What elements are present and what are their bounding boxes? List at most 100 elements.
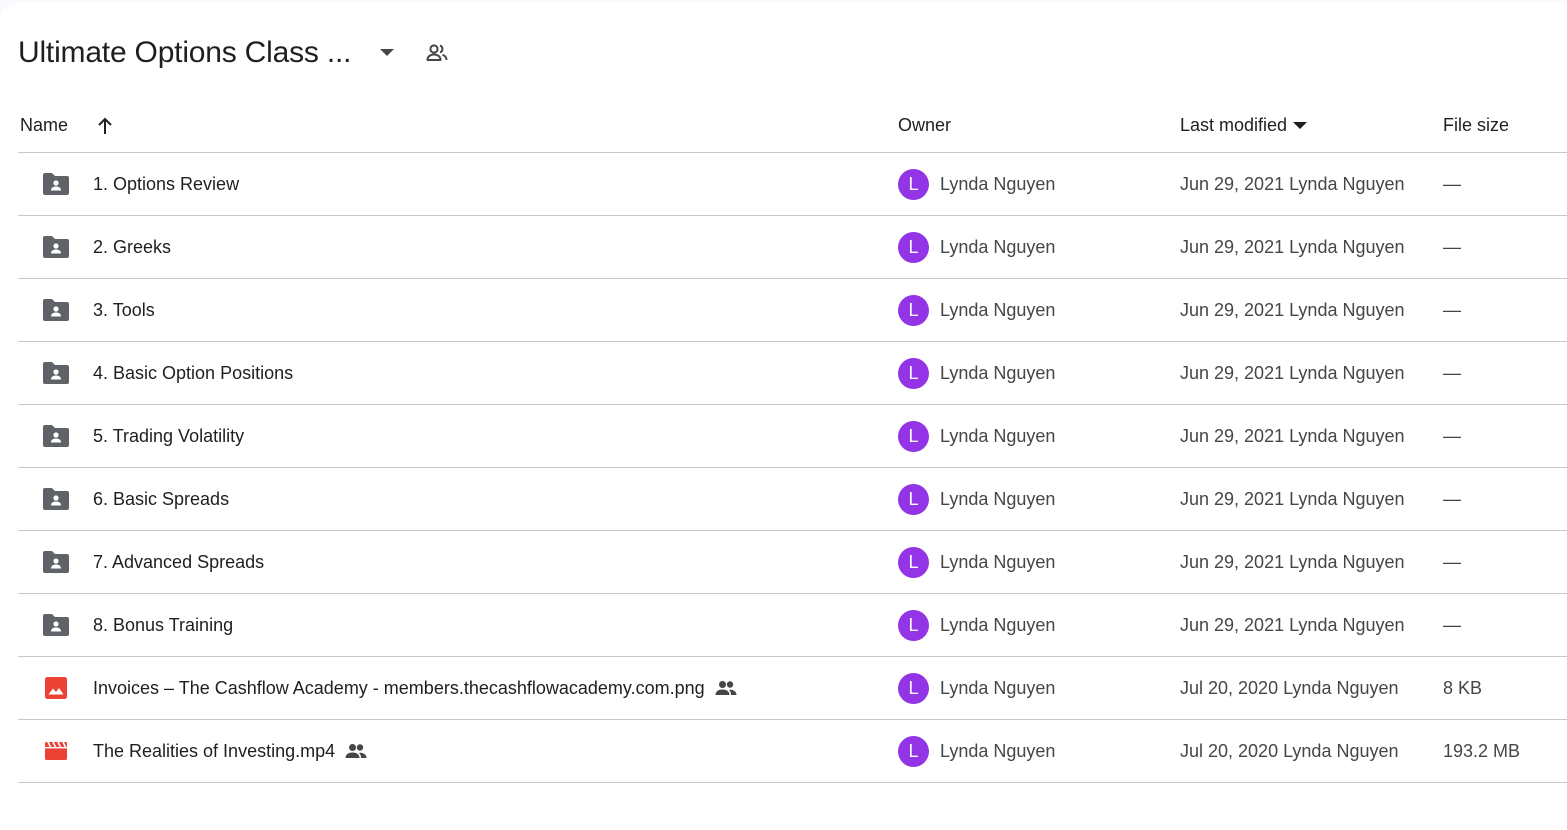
- last-modified-cell: Jul 20, 2020 Lynda Nguyen: [1180, 740, 1399, 761]
- owner-name: Lynda Nguyen: [940, 299, 1056, 320]
- owner-name: Lynda Nguyen: [940, 362, 1056, 383]
- file-row-6[interactable]: 6. Basic Spreads L Lynda Nguyen Jun 29, …: [18, 468, 1567, 531]
- file-row-5[interactable]: 5. Trading Volatility L Lynda Nguyen Jun…: [18, 405, 1567, 468]
- column-header-name[interactable]: Name: [20, 99, 114, 153]
- file-size-cell: 193.2 MB: [1443, 740, 1521, 761]
- shared-folder-icon: [42, 172, 70, 196]
- folder-menu-button[interactable]: [369, 35, 405, 71]
- last-modified-cell: Jun 29, 2021 Lynda Nguyen: [1180, 614, 1405, 635]
- file-size-cell: —: [1443, 299, 1461, 320]
- file-size-cell: —: [1443, 173, 1461, 194]
- image-file-icon: [42, 676, 70, 700]
- last-modified-cell: Jun 29, 2021 Lynda Nguyen: [1180, 236, 1405, 257]
- caret-down-icon: [380, 49, 395, 56]
- file-row-2[interactable]: 2. Greeks L Lynda Nguyen Jun 29, 2021 Ly…: [18, 216, 1567, 279]
- owner-avatar[interactable]: L: [898, 609, 929, 641]
- file-row-7[interactable]: 7. Advanced Spreads L Lynda Nguyen Jun 2…: [18, 531, 1567, 594]
- owner-name: Lynda Nguyen: [940, 425, 1056, 446]
- file-list-header: Name Owner Last modified File size: [18, 99, 1567, 153]
- owner-cell: L Lynda Nguyen: [898, 609, 1056, 641]
- file-row-3[interactable]: 3. Tools L Lynda Nguyen Jun 29, 2021 Lyn…: [18, 279, 1567, 342]
- file-size-cell: —: [1443, 614, 1461, 635]
- shared-people-icon: [345, 743, 367, 759]
- file-name-label: 8. Bonus Training: [93, 614, 234, 635]
- column-name-label: Name: [20, 115, 69, 135]
- last-modified-cell: Jun 29, 2021 Lynda Nguyen: [1180, 488, 1405, 509]
- owner-avatar[interactable]: L: [898, 672, 929, 704]
- file-name-label: 1. Options Review: [93, 173, 240, 194]
- shared-folder-icon: [42, 298, 70, 322]
- last-modified-cell: Jul 20, 2020 Lynda Nguyen: [1180, 677, 1399, 698]
- file-row-8[interactable]: 8. Bonus Training L Lynda Nguyen Jun 29,…: [18, 594, 1567, 657]
- owner-name: Lynda Nguyen: [940, 488, 1056, 509]
- column-header-owner[interactable]: Owner: [898, 99, 951, 153]
- shared-folder-icon: [42, 424, 70, 448]
- file-size-cell: —: [1443, 425, 1461, 446]
- owner-name: Lynda Nguyen: [940, 173, 1056, 194]
- file-name-label: 6. Basic Spreads: [93, 488, 230, 509]
- owner-name: Lynda Nguyen: [940, 614, 1056, 635]
- folder-header: Ultimate Options Class ...: [18, 29, 455, 77]
- file-name-label: The Realities of Investing.mp4: [93, 740, 336, 761]
- shared-folder-icon: [42, 487, 70, 511]
- manage-sharing-button[interactable]: [419, 35, 455, 71]
- owner-cell: L Lynda Nguyen: [898, 483, 1056, 515]
- caret-down-icon: [1293, 121, 1308, 130]
- sort-ascending-icon[interactable]: [96, 117, 114, 135]
- file-name-label: 5. Trading Volatility: [93, 425, 245, 446]
- folder-title[interactable]: Ultimate Options Class ...: [18, 36, 351, 70]
- owner-cell: L Lynda Nguyen: [898, 294, 1056, 326]
- file-size-cell: 8 KB: [1443, 677, 1483, 698]
- file-row-4[interactable]: 4. Basic Option Positions L Lynda Nguyen…: [18, 342, 1567, 405]
- shared-people-icon: [715, 680, 737, 696]
- owner-name: Lynda Nguyen: [940, 236, 1056, 257]
- owner-cell: L Lynda Nguyen: [898, 672, 1056, 704]
- owner-cell: L Lynda Nguyen: [898, 735, 1056, 767]
- owner-name: Lynda Nguyen: [940, 551, 1056, 572]
- file-browser-panel: Ultimate Options Class ... Name Owner La…: [0, 3, 1567, 830]
- owner-avatar[interactable]: L: [898, 735, 929, 767]
- owner-cell: L Lynda Nguyen: [898, 231, 1056, 263]
- shared-folder-icon: [42, 235, 70, 259]
- owner-cell: L Lynda Nguyen: [898, 546, 1056, 578]
- shared-folder-icon: [42, 613, 70, 637]
- owner-name: Lynda Nguyen: [940, 740, 1056, 761]
- shared-folder-icon: [42, 361, 70, 385]
- last-modified-cell: Jun 29, 2021 Lynda Nguyen: [1180, 362, 1405, 383]
- column-header-last-modified[interactable]: Last modified: [1180, 99, 1308, 153]
- column-file-size-label: File size: [1443, 115, 1510, 135]
- people-icon: [426, 44, 448, 61]
- owner-avatar[interactable]: L: [898, 294, 929, 326]
- file-rows: 1. Options Review L Lynda Nguyen Jun 29,…: [18, 153, 1567, 783]
- file-name-label: 4. Basic Option Positions: [93, 362, 294, 383]
- file-name-label: Invoices – The Cashflow Academy - member…: [93, 677, 705, 698]
- owner-avatar[interactable]: L: [898, 420, 929, 452]
- owner-avatar[interactable]: L: [898, 546, 929, 578]
- last-modified-cell: Jun 29, 2021 Lynda Nguyen: [1180, 551, 1405, 572]
- last-modified-cell: Jun 29, 2021 Lynda Nguyen: [1180, 299, 1405, 320]
- file-row-9[interactable]: Invoices – The Cashflow Academy - member…: [18, 657, 1567, 720]
- file-name-label: 2. Greeks: [93, 236, 172, 257]
- owner-avatar[interactable]: L: [898, 483, 929, 515]
- file-size-cell: —: [1443, 236, 1461, 257]
- file-name-label: 7. Advanced Spreads: [93, 551, 265, 572]
- video-file-icon: [42, 739, 70, 763]
- file-row-1[interactable]: 1. Options Review L Lynda Nguyen Jun 29,…: [18, 153, 1567, 216]
- owner-avatar[interactable]: L: [898, 357, 929, 389]
- shared-folder-icon: [42, 550, 70, 574]
- owner-avatar[interactable]: L: [898, 168, 929, 200]
- owner-cell: L Lynda Nguyen: [898, 357, 1056, 389]
- last-modified-cell: Jun 29, 2021 Lynda Nguyen: [1180, 173, 1405, 194]
- file-size-cell: —: [1443, 488, 1461, 509]
- column-last-modified-label: Last modified: [1180, 115, 1288, 135]
- file-size-cell: —: [1443, 551, 1461, 572]
- file-row-10[interactable]: The Realities of Investing.mp4 L Lynda N…: [18, 720, 1567, 783]
- file-name-label: 3. Tools: [93, 299, 155, 320]
- owner-name: Lynda Nguyen: [940, 677, 1056, 698]
- owner-avatar[interactable]: L: [898, 231, 929, 263]
- file-size-cell: —: [1443, 362, 1461, 383]
- column-owner-label: Owner: [898, 115, 952, 135]
- file-list: Name Owner Last modified File size 1. Op…: [18, 99, 1567, 783]
- last-modified-cell: Jun 29, 2021 Lynda Nguyen: [1180, 425, 1405, 446]
- column-header-file-size[interactable]: File size: [1443, 99, 1509, 153]
